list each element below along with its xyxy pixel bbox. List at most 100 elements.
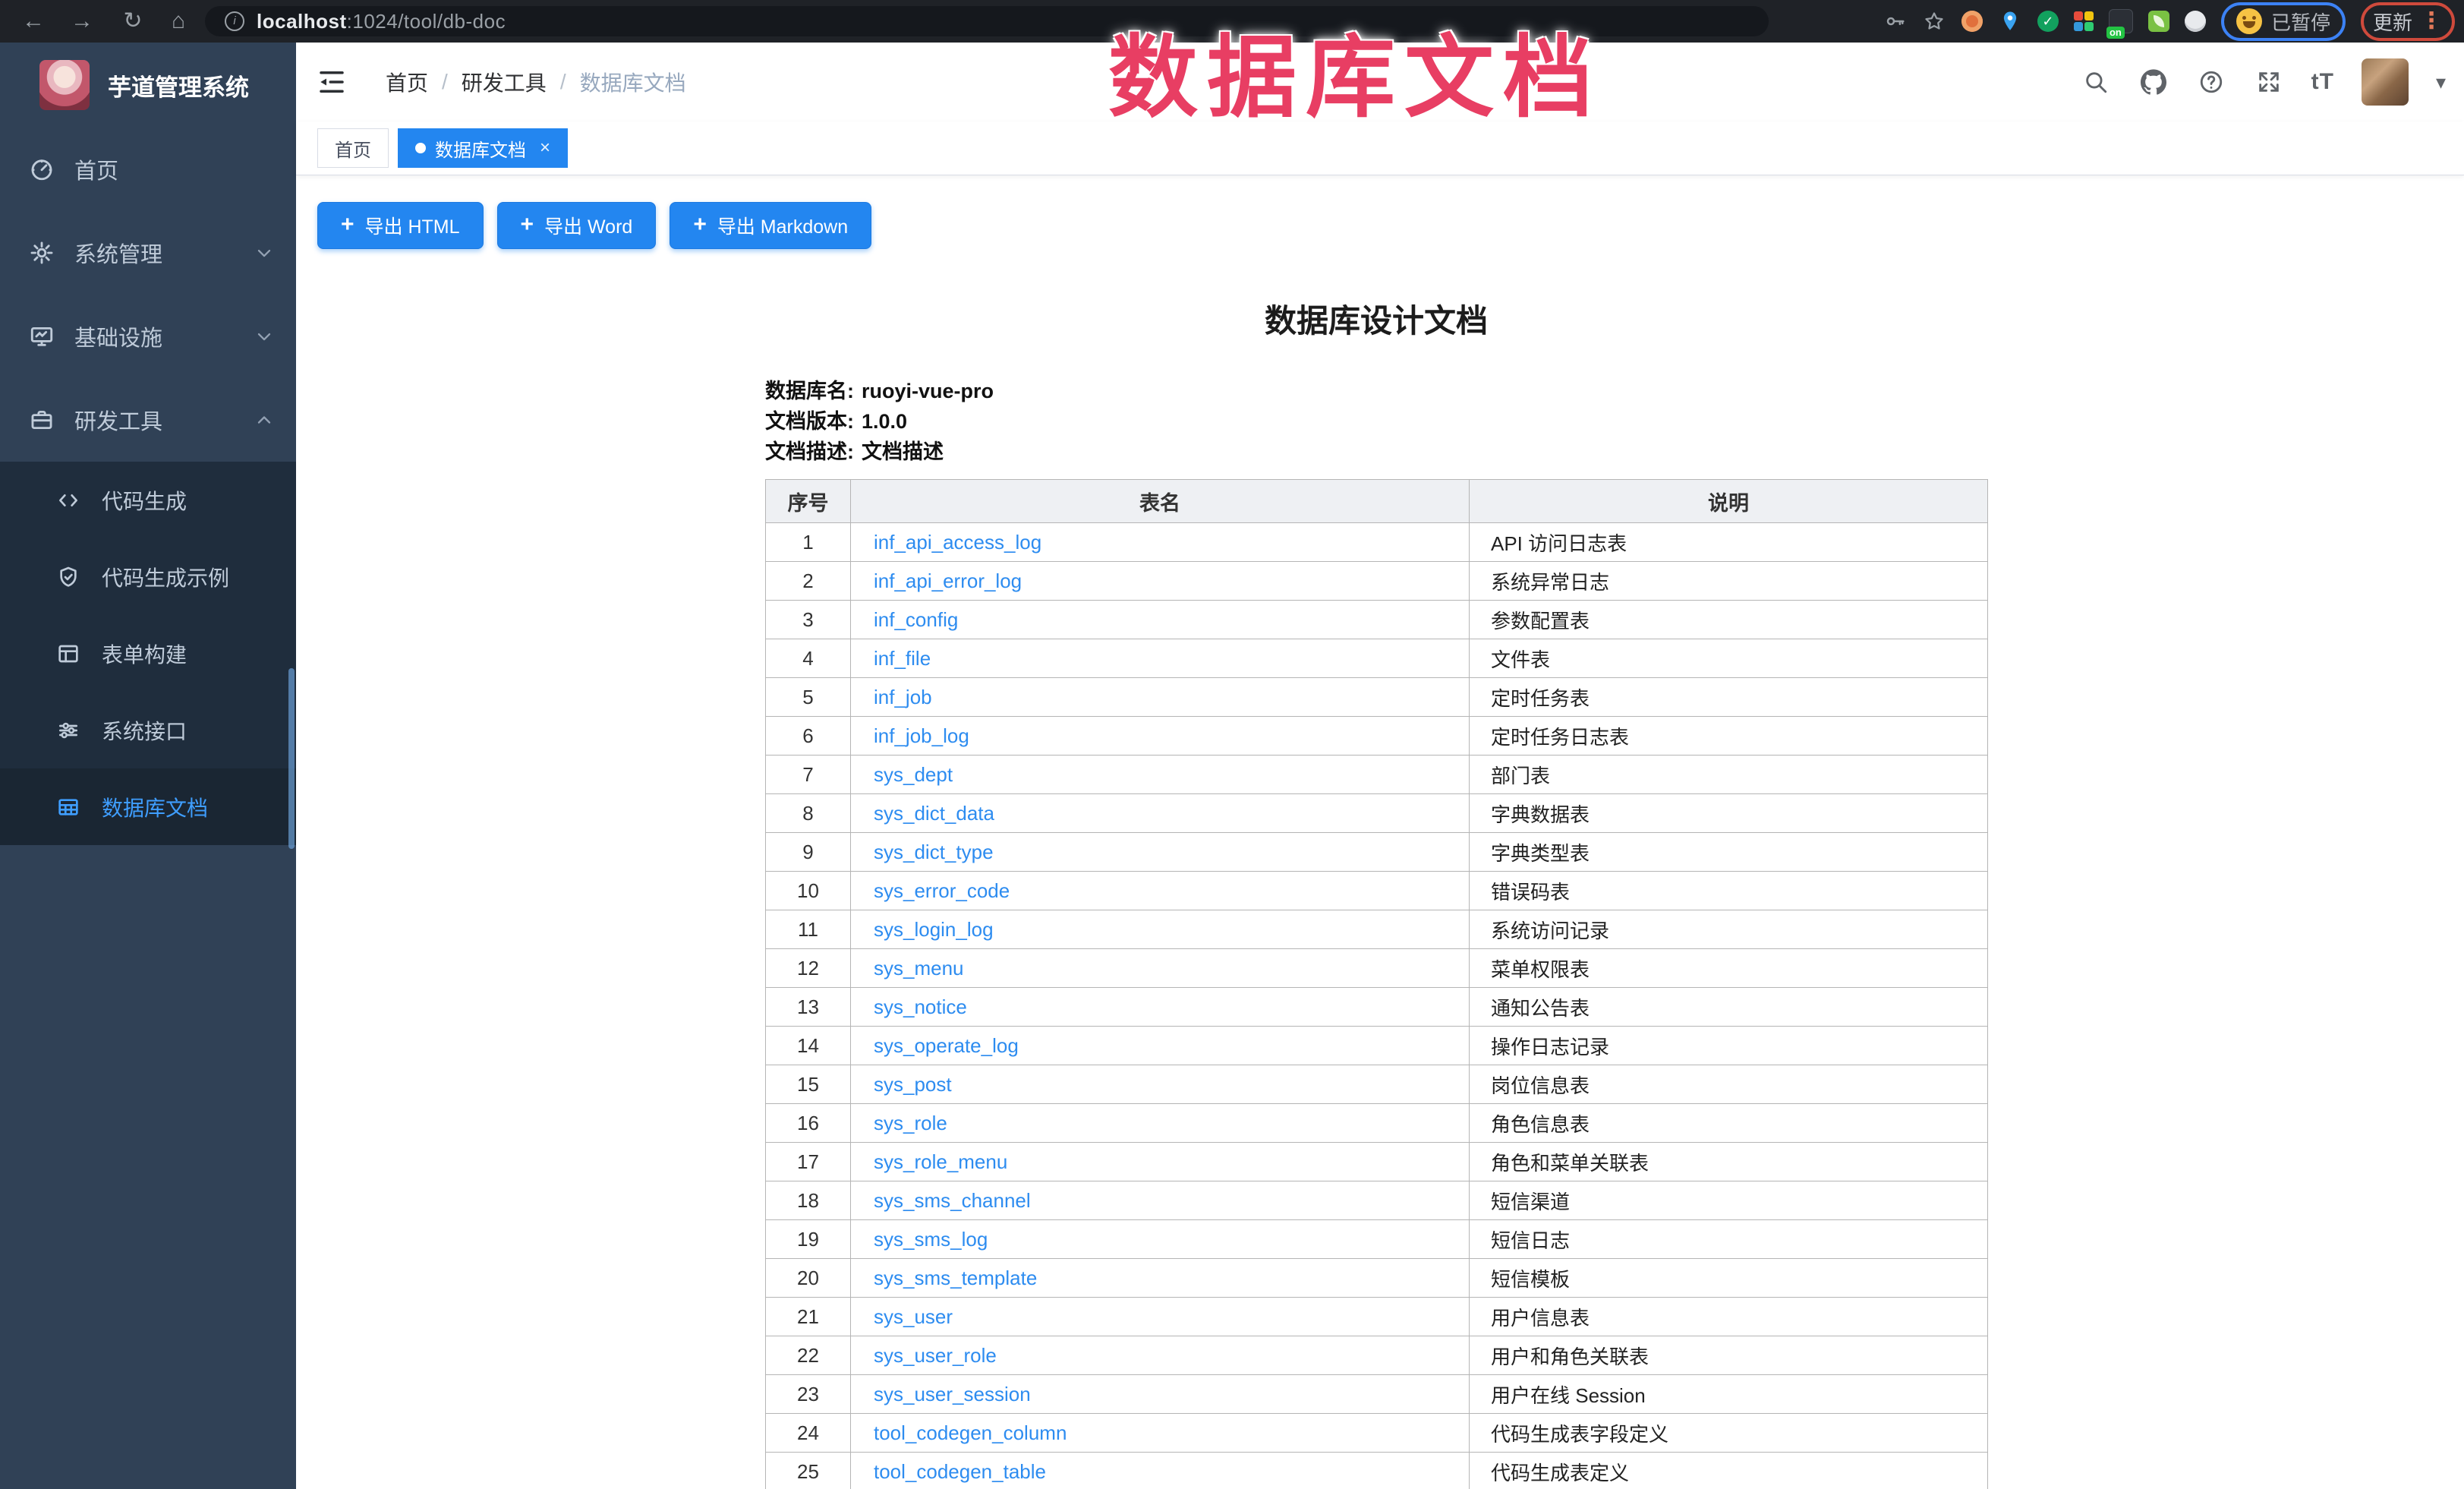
ext-grid-icon[interactable] [2074, 11, 2094, 31]
table-name-cell: inf_job [851, 678, 1470, 717]
row-index: 16 [766, 1104, 851, 1143]
table-name-link[interactable]: sys_user [874, 1305, 953, 1328]
table-name-link[interactable]: inf_job [874, 686, 932, 708]
chrome-update-button[interactable]: 更新 ⋮ [2361, 2, 2455, 41]
table-name-link[interactable]: sys_notice [874, 995, 967, 1018]
table-name-link[interactable]: sys_error_code [874, 879, 1010, 902]
help-icon[interactable] [2196, 67, 2226, 97]
url-host: localhost [257, 10, 347, 33]
table-desc-cell: 定时任务日志表 [1470, 717, 1988, 756]
table-row: 7sys_dept部门表 [766, 756, 1988, 794]
table-name-link[interactable]: inf_job_log [874, 724, 969, 747]
star-icon[interactable] [1922, 9, 1946, 33]
table-name-link[interactable]: sys_login_log [874, 918, 994, 941]
table-desc-cell: 系统访问记录 [1470, 910, 1988, 949]
fullscreen-icon[interactable] [2254, 67, 2284, 97]
forward-icon[interactable]: → [67, 8, 97, 35]
sidebar-item-form-builder[interactable]: 表单构建 [0, 615, 296, 692]
export-html-button[interactable]: +导出 HTML [317, 202, 484, 249]
export-markdown-button[interactable]: + 导出 Markdown [670, 202, 871, 249]
caret-down-icon[interactable]: ▾ [2436, 71, 2446, 94]
table-name-link[interactable]: inf_file [874, 647, 931, 670]
ext-leaf-icon[interactable] [2148, 11, 2169, 32]
table-name-link[interactable]: sys_menu [874, 957, 964, 980]
gear-icon [29, 240, 55, 266]
chevron-up-icon [254, 409, 275, 431]
sidebar-item-code-generation[interactable]: 代码生成 [0, 462, 296, 538]
tables-overview-table: 序号表名说明 1inf_api_access_logAPI 访问日志表2inf_… [765, 479, 1988, 1489]
table-name-link[interactable]: tool_codegen_column [874, 1421, 1067, 1444]
font-size-icon[interactable]: tT [2311, 69, 2334, 95]
table-name-link[interactable]: tool_codegen_table [874, 1460, 1046, 1483]
ext-orange-icon[interactable] [1961, 11, 1983, 32]
column-header: 表名 [851, 480, 1470, 523]
sidebar-collapse-icon[interactable] [316, 66, 348, 98]
export-word-button[interactable]: +导出 Word [497, 202, 657, 249]
main-area: 首页/研发工具/数据库文档 tT▾ 首页数据库文档× +导出 HTML+导出 W… [296, 43, 2464, 1489]
table-name-link[interactable]: inf_config [874, 608, 958, 631]
table-name-link[interactable]: sys_post [874, 1073, 952, 1096]
code-icon [56, 488, 80, 513]
table-icon [56, 795, 80, 819]
tab-home[interactable]: 首页 [317, 128, 389, 168]
table-name-link[interactable]: inf_api_error_log [874, 569, 1022, 592]
sidebar-item-label: 研发工具 [74, 404, 254, 436]
plus-icon: + [693, 213, 707, 236]
table-row: 6inf_job_log定时任务日志表 [766, 717, 1988, 756]
shield-check-icon [56, 565, 80, 589]
table-desc-cell: 字典数据表 [1470, 794, 1988, 833]
site-info-icon[interactable]: i [225, 11, 244, 31]
ext-on-icon[interactable]: on [2109, 9, 2133, 33]
table-name-link[interactable]: sys_user_role [874, 1344, 997, 1367]
table-name-link[interactable]: sys_role [874, 1112, 947, 1134]
sidebar-item-home[interactable]: 首页 [0, 128, 296, 211]
breadcrumb-dev-tools[interactable]: 研发工具 [462, 67, 547, 97]
table-name-link[interactable]: sys_sms_template [874, 1267, 1037, 1289]
breadcrumb-home[interactable]: 首页 [386, 67, 428, 97]
table-name-link[interactable]: sys_operate_log [874, 1034, 1019, 1057]
refresh-icon[interactable]: ↻ [118, 8, 148, 35]
kebab-menu-icon[interactable]: ⋮ [2420, 10, 2443, 33]
table-name-link[interactable]: sys_user_session [874, 1383, 1031, 1405]
table-name-link[interactable]: sys_dict_type [874, 841, 994, 863]
button-label: 导出 Markdown [717, 212, 848, 239]
paused-extension-badge[interactable]: 已暂停 [2221, 2, 2346, 41]
close-icon[interactable]: × [540, 137, 550, 159]
back-icon[interactable]: ← [18, 8, 49, 35]
ext-pin-icon[interactable] [1998, 9, 2022, 33]
table-name-cell: inf_job_log [851, 717, 1470, 756]
table-name-link[interactable]: sys_role_menu [874, 1150, 1007, 1173]
table-name-link[interactable]: sys_dict_data [874, 802, 994, 825]
table-desc-cell: 代码生成表定义 [1470, 1453, 1988, 1489]
sidebar-item-code-generation-demo[interactable]: 代码生成示例 [0, 538, 296, 615]
table-name-link[interactable]: sys_sms_channel [874, 1189, 1031, 1212]
avatar[interactable] [2362, 58, 2409, 106]
home-icon[interactable]: ⌂ [163, 8, 194, 35]
ext-check-icon[interactable]: ✓ [2037, 11, 2059, 32]
sidebar-item-system-management[interactable]: 系统管理 [0, 211, 296, 295]
ext-paw-icon[interactable] [2185, 11, 2206, 32]
sidebar-item-label: 数据库文档 [102, 792, 208, 822]
row-index: 2 [766, 562, 851, 601]
table-row: 23sys_user_session用户在线 Session [766, 1375, 1988, 1414]
sidebar-item-dev-tools[interactable]: 研发工具 [0, 378, 296, 462]
sidebar-item-infrastructure[interactable]: 基础设施 [0, 295, 296, 378]
table-desc-cell: API 访问日志表 [1470, 523, 1988, 562]
address-bar[interactable]: i localhost:1024/tool/db-doc [205, 6, 1769, 36]
sidebar-item-system-api[interactable]: 系统接口 [0, 692, 296, 768]
smiley-icon [2236, 8, 2262, 34]
table-name-link[interactable]: sys_dept [874, 763, 953, 786]
sidebar-item-db-doc[interactable]: 数据库文档 [0, 768, 296, 845]
table-name-cell: inf_config [851, 601, 1470, 639]
row-index: 25 [766, 1453, 851, 1489]
table-row: 20sys_sms_template短信模板 [766, 1259, 1988, 1298]
table-desc-cell: 用户信息表 [1470, 1298, 1988, 1336]
table-name-link[interactable]: sys_sms_log [874, 1228, 988, 1251]
table-name-link[interactable]: inf_api_access_log [874, 531, 1041, 554]
sidebar-scrollbar[interactable] [288, 668, 295, 849]
tab-db-doc[interactable]: 数据库文档× [398, 128, 568, 168]
github-icon[interactable] [2138, 67, 2169, 97]
app-title: 芋道管理系统 [108, 68, 249, 103]
key-icon[interactable] [1883, 9, 1907, 33]
search-icon[interactable] [2081, 67, 2111, 97]
